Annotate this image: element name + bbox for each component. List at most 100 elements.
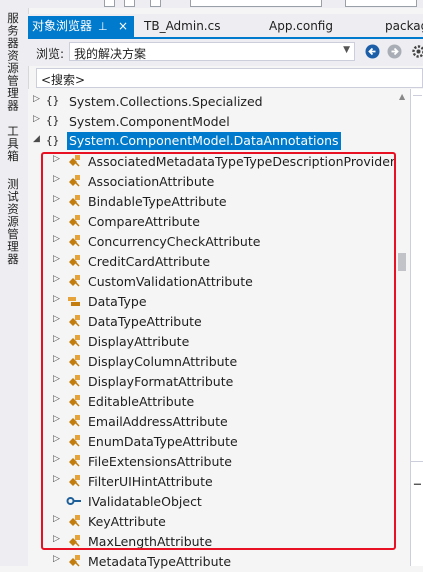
side-tab-toolbox[interactable]: 工具箱: [5, 125, 21, 163]
chevron-down-icon: ▼: [343, 45, 350, 55]
tree-type-row[interactable]: ▷ ConcurrencyCheckAttribute: [28, 231, 396, 251]
tree-namespace-row[interactable]: ▷ {} System.Collections.Specialized: [28, 91, 396, 111]
enum-icon: [66, 293, 82, 309]
expand-arrow-icon[interactable]: ▷: [53, 334, 60, 344]
class-icon: [66, 253, 82, 269]
expand-arrow-icon[interactable]: ▷: [53, 274, 60, 284]
close-icon[interactable]: ×: [118, 16, 128, 37]
class-icon: [66, 513, 82, 529]
expand-arrow-icon[interactable]: ▷: [53, 534, 60, 544]
tree-type-row[interactable]: ▷ EmailAddressAttribute: [28, 411, 396, 431]
toolbar-dropdown[interactable]: [190, 0, 322, 7]
expand-arrow-icon[interactable]: ▷: [53, 254, 60, 264]
tree-type-row[interactable]: ▷EnumDataTypeAttribute: [28, 431, 396, 451]
tree-type-row[interactable]: ▷FilterUIHintAttribute: [28, 471, 396, 491]
tree-type-row[interactable]: ▷ AssociationAttribute: [28, 171, 396, 191]
toolbar-icon[interactable]: [150, 0, 161, 7]
tree-type-row[interactable]: ▷ DisplayFormatAttribute: [28, 371, 396, 391]
toolbar-dropdown[interactable]: [345, 0, 417, 7]
tree-type-label: CustomValidationAttribute: [88, 274, 253, 289]
search-input[interactable]: <搜索>: [36, 68, 423, 88]
tree-type-label: DisplayFormatAttribute: [88, 374, 233, 389]
expand-arrow-icon[interactable]: ▷: [53, 354, 60, 364]
tree-type-row[interactable]: ▷DataType: [28, 291, 396, 311]
expand-arrow-icon[interactable]: ▷: [53, 154, 60, 164]
expand-arrow-icon[interactable]: ▷: [53, 554, 60, 564]
forward-arrow-icon[interactable]: [386, 43, 403, 60]
tree-type-row[interactable]: ▷EditableAttribute: [28, 391, 396, 411]
expand-arrow-icon[interactable]: ▷: [53, 314, 60, 324]
tab-object-browser[interactable]: 对象浏览器 ⊥ ×: [28, 16, 134, 37]
tree-type-label: MaxLengthAttribute: [88, 534, 212, 549]
expand-arrow-icon[interactable]: ▷: [53, 434, 60, 444]
tree-type-row[interactable]: ▷ CompareAttribute: [28, 211, 396, 231]
tree-type-row[interactable]: ▷ KeyAttribute: [28, 511, 396, 531]
vertical-scrollbar[interactable]: ▲: [396, 89, 410, 566]
toolbar-icon[interactable]: [104, 0, 115, 7]
tree-type-row[interactable]: ▷DisplayAttribute: [28, 331, 396, 351]
scrollbar-thumb[interactable]: [398, 253, 406, 271]
tab-label: 对象浏览器: [32, 19, 92, 33]
expand-arrow-icon[interactable]: ▷: [33, 94, 40, 104]
expand-arrow-icon[interactable]: ▷: [53, 374, 60, 384]
tree-type-row[interactable]: ▷ CustomValidationAttribute: [28, 271, 396, 291]
tree-type-row[interactable]: IValidatableObject: [28, 491, 396, 511]
tree-type-row[interactable]: ▷ MetadataTypeAttribute: [28, 551, 396, 571]
back-arrow-icon[interactable]: [364, 43, 381, 60]
members-pane: ▔: [410, 89, 423, 566]
tree-type-label: CreditCardAttribute: [88, 254, 210, 269]
class-icon: [66, 393, 82, 409]
tree-type-label: MetadataTypeAttribute: [88, 554, 231, 569]
gear-icon[interactable]: [410, 43, 423, 60]
tree-type-row[interactable]: ▷ CreditCardAttribute: [28, 251, 396, 271]
tree-type-label: IValidatableObject: [88, 494, 202, 509]
tree-type-label: BindableTypeAttribute: [88, 194, 227, 209]
tree-type-row[interactable]: ▷ BindableTypeAttribute: [28, 191, 396, 211]
tree-type-label: KeyAttribute: [88, 514, 166, 529]
tab-app-config[interactable]: App.config: [269, 16, 333, 37]
side-tab-server-explorer[interactable]: 服务器资源管理器: [5, 12, 21, 112]
browse-scope-dropdown[interactable]: 我的解决方案 ▼: [69, 42, 355, 61]
browse-scope-value: 我的解决方案: [74, 45, 146, 62]
side-tab-test-explorer[interactable]: 测试资源管理器: [5, 178, 21, 266]
expand-arrow-icon[interactable]: ▷: [53, 174, 60, 184]
class-icon: [66, 213, 82, 229]
expand-arrow-icon[interactable]: ▷: [53, 514, 60, 524]
tree-type-label: CompareAttribute: [88, 214, 200, 229]
expand-arrow-icon[interactable]: ▷: [53, 234, 60, 244]
expand-arrow-icon[interactable]: ▷: [53, 454, 60, 464]
tree-type-label: FileExtensionsAttribute: [88, 454, 232, 469]
expand-arrow-icon[interactable]: ▷: [33, 114, 40, 124]
pane-divider[interactable]: [411, 461, 423, 462]
collapse-arrow-icon[interactable]: ◢: [33, 134, 40, 144]
expand-arrow-icon[interactable]: ▷: [53, 294, 60, 304]
interface-icon: [66, 493, 82, 509]
expand-arrow-icon[interactable]: ▷: [53, 414, 60, 424]
tree-type-row[interactable]: ▷ DataTypeAttribute: [28, 311, 396, 331]
namespace-icon: {}: [46, 94, 62, 110]
tree-type-row[interactable]: ▷ FileExtensionsAttribute: [28, 451, 396, 471]
pin-icon[interactable]: ⊥: [98, 16, 108, 37]
tree-type-row[interactable]: ▷ MaxLengthAttribute: [28, 531, 396, 551]
class-icon: [66, 173, 82, 189]
expand-arrow-icon[interactable]: ▷: [53, 194, 60, 204]
expand-arrow-icon[interactable]: ▷: [53, 474, 60, 484]
expand-arrow-icon[interactable]: ▷: [53, 394, 60, 404]
tree-namespace-row-selected[interactable]: ◢ {} System.ComponentModel.DataAnnotatio…: [28, 131, 396, 151]
tree-type-label: EmailAddressAttribute: [88, 414, 228, 429]
tree-type-row[interactable]: ▷AssociatedMetadataTypeTypeDescriptionPr…: [28, 151, 396, 171]
chevron-icon: ▔: [414, 485, 421, 495]
tree-type-label: AssociationAttribute: [88, 174, 214, 189]
class-icon: [66, 553, 82, 569]
tree-namespace-row[interactable]: ▷ {} System.ComponentModel: [28, 111, 396, 131]
tree-type-row[interactable]: ▷DisplayColumnAttribute: [28, 351, 396, 371]
tab-tb-admin[interactable]: TB_Admin.cs: [144, 16, 220, 37]
tree-type-label: ConcurrencyCheckAttribute: [88, 234, 260, 249]
class-icon: [66, 273, 82, 289]
tree-type-label: DataTypeAttribute: [88, 314, 202, 329]
class-icon: [66, 413, 82, 429]
tab-packages[interactable]: packag: [385, 16, 423, 37]
expand-arrow-icon[interactable]: ▷: [53, 214, 60, 224]
toolbar-icon[interactable]: [124, 0, 135, 7]
scroll-up-icon[interactable]: ▲: [399, 92, 405, 101]
